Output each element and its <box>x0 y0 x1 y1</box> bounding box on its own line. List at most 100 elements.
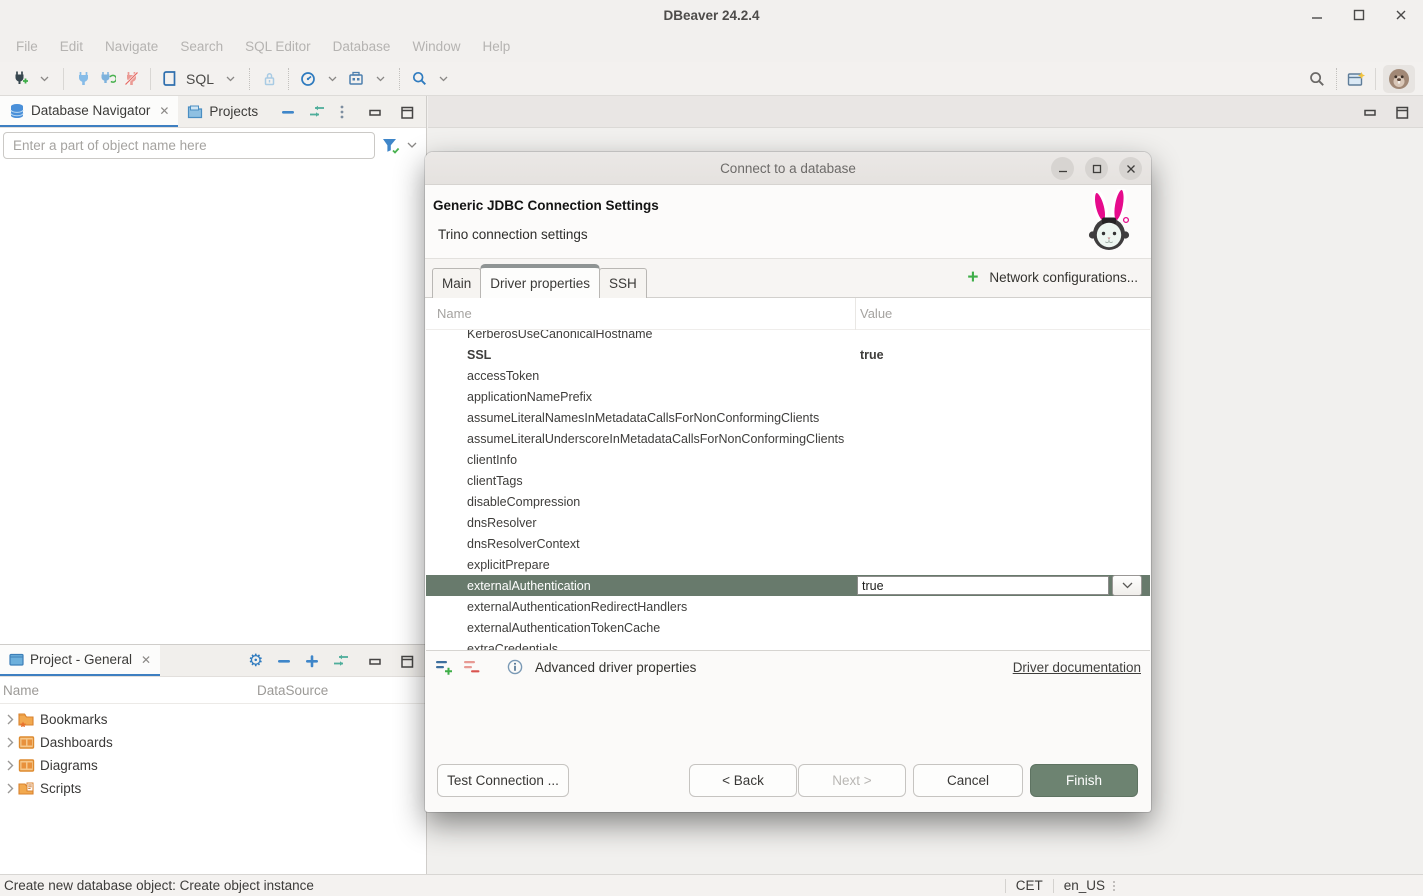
link-with-editor-icon[interactable] <box>333 654 349 667</box>
filter-dropdown-icon[interactable] <box>407 142 417 149</box>
dialog-tab-ssh[interactable]: SSH <box>599 268 647 298</box>
driver-documentation-link[interactable]: Driver documentation <box>1013 660 1141 675</box>
view-menu-icon[interactable] <box>339 104 345 120</box>
tree-item-label: Bookmarks <box>40 712 108 727</box>
tab-close-icon[interactable]: ✕ <box>159 104 169 118</box>
autocommit-lock-icon[interactable] <box>257 66 281 92</box>
property-row-disablecompression[interactable]: disableCompression <box>426 491 1150 512</box>
tree-item-dashboards[interactable]: Dashboards <box>0 731 426 754</box>
minimize-view-icon[interactable] <box>368 655 382 667</box>
menu-navigate[interactable]: Navigate <box>94 39 169 54</box>
tab-close-icon[interactable]: ✕ <box>141 653 151 667</box>
collapse-all-icon[interactable] <box>281 105 295 119</box>
network-configurations-button[interactable]: + Network configurations... <box>967 268 1138 287</box>
project-minmax <box>368 645 414 677</box>
property-row-extracredentials[interactable]: extraCredentials <box>426 638 1150 650</box>
dialog-tab-driver-properties[interactable]: Driver properties <box>480 264 600 298</box>
property-row-applicationnameprefix[interactable]: applicationNamePrefix <box>426 386 1150 407</box>
menu-sql-editor[interactable]: SQL Editor <box>234 39 322 54</box>
property-row-explicitprepare[interactable]: explicitPrepare <box>426 554 1150 575</box>
new-connection-dropdown-icon[interactable] <box>32 66 56 92</box>
database-icon <box>9 103 25 119</box>
minimize-view-icon[interactable] <box>368 106 382 118</box>
connect-icon[interactable] <box>71 66 95 92</box>
maximize-view-icon[interactable] <box>1395 106 1409 119</box>
expand-chevron-icon[interactable] <box>2 714 18 725</box>
dialog-close-button[interactable] <box>1119 157 1142 180</box>
tab-project-general[interactable]: Project - General ✕ <box>0 645 160 676</box>
remove-property-icon[interactable] <box>463 659 480 675</box>
database-navigator-panel: Database Navigator ✕ Projects <box>0 96 427 644</box>
window-maximize-button[interactable] <box>1351 7 1367 23</box>
back-button[interactable]: < Back <box>689 764 797 797</box>
filter-funnel-icon[interactable] <box>381 137 401 155</box>
property-row-kerberosusecanonicalhostname[interactable]: KerberosUseCanonicalHostname <box>426 330 1150 344</box>
dialog-tab-main[interactable]: Main <box>432 268 481 298</box>
menu-search[interactable]: Search <box>169 39 234 54</box>
transaction-monitor-icon[interactable] <box>296 66 320 92</box>
menu-window[interactable]: Window <box>401 39 471 54</box>
search-icon[interactable] <box>1305 66 1329 92</box>
value-dropdown-button[interactable] <box>1112 575 1142 596</box>
new-sql-editor-icon[interactable] <box>158 66 182 92</box>
minimize-view-icon[interactable] <box>1363 106 1377 118</box>
expand-chevron-icon[interactable] <box>2 760 18 771</box>
property-row-ssl[interactable]: SSLtrue <box>426 344 1150 365</box>
property-row-clienttags[interactable]: clientTags <box>426 470 1150 491</box>
search-objects-icon[interactable] <box>407 66 431 92</box>
profile-avatar[interactable] <box>1383 65 1415 93</box>
transaction-dropdown-icon[interactable] <box>320 66 344 92</box>
tree-item-diagrams[interactable]: Diagrams <box>0 754 426 777</box>
navigator-view-actions <box>281 96 345 127</box>
add-property-icon[interactable] <box>435 659 454 675</box>
disconnect-icon[interactable] <box>119 66 143 92</box>
perspective-icon[interactable] <box>1344 66 1368 92</box>
expand-chevron-icon[interactable] <box>2 737 18 748</box>
property-row-externalauthenticationredirecthandlers[interactable]: externalAuthenticationRedirectHandlers <box>426 596 1150 617</box>
test-connection-button[interactable]: Test Connection ... <box>437 764 569 797</box>
next-button[interactable]: Next > <box>798 764 906 797</box>
property-row-externalauthenticationtokencache[interactable]: externalAuthenticationTokenCache <box>426 617 1150 638</box>
project-tree: Bookmarks DashboardsDiagramsScripts <box>0 704 426 800</box>
driver-dropdown-icon[interactable] <box>368 66 392 92</box>
menu-file[interactable]: File <box>5 39 49 54</box>
property-row-externalauthentication[interactable]: externalAuthentication <box>426 575 1150 596</box>
window-close-button[interactable] <box>1393 7 1409 23</box>
settings-gear-icon[interactable]: ⚙ <box>248 652 263 669</box>
property-row-assumeliteralnamesinmetadatacallsfornonconformingclients[interactable]: assumeLiteralNamesInMetadataCallsForNonC… <box>426 407 1150 428</box>
property-row-clientinfo[interactable]: clientInfo <box>426 449 1150 470</box>
reconnect-icon[interactable] <box>95 66 119 92</box>
menu-help[interactable]: Help <box>471 39 521 54</box>
tab-projects[interactable]: Projects <box>178 96 267 127</box>
maximize-view-icon[interactable] <box>400 655 414 668</box>
tree-item-bookmarks[interactable]: Bookmarks <box>0 708 426 731</box>
property-row-accesstoken[interactable]: accessToken <box>426 365 1150 386</box>
tab-database-navigator[interactable]: Database Navigator ✕ <box>0 96 178 127</box>
properties-table: KerberosUseCanonicalHostnameSSLtrueacces… <box>426 330 1150 650</box>
cancel-button[interactable]: Cancel <box>913 764 1023 797</box>
menu-database[interactable]: Database <box>322 39 402 54</box>
sql-dropdown-icon[interactable] <box>218 66 242 92</box>
locale-indicator[interactable]: en_US <box>1064 878 1105 893</box>
property-row-dnsresolvercontext[interactable]: dnsResolverContext <box>426 533 1150 554</box>
collapse-all-icon[interactable] <box>277 654 291 668</box>
menu-edit[interactable]: Edit <box>49 39 94 54</box>
dialog-minimize-button[interactable] <box>1051 157 1074 180</box>
finish-button[interactable]: Finish <box>1030 764 1138 797</box>
maximize-view-icon[interactable] <box>400 106 414 119</box>
driver-manager-icon[interactable] <box>344 66 368 92</box>
expand-chevron-icon[interactable] <box>2 783 18 794</box>
property-row-dnsresolver[interactable]: dnsResolver <box>426 512 1150 533</box>
expand-all-icon[interactable] <box>305 654 319 668</box>
property-name: SSL <box>426 348 854 362</box>
link-with-editor-icon[interactable] <box>309 105 325 118</box>
tree-item-scripts[interactable]: Scripts <box>0 777 426 800</box>
dialog-maximize-button[interactable] <box>1085 157 1108 180</box>
search-dropdown-icon[interactable] <box>431 66 455 92</box>
new-connection-icon[interactable] <box>8 66 32 92</box>
window-minimize-button[interactable] <box>1309 7 1325 23</box>
property-value-input[interactable] <box>857 576 1109 595</box>
timezone-indicator[interactable]: CET <box>1016 878 1043 893</box>
property-row-assumeliteralunderscoreinmetadatacallsfornonconformingclients[interactable]: assumeLiteralUnderscoreInMetadataCallsFo… <box>426 428 1150 449</box>
object-name-filter-input[interactable] <box>3 132 375 159</box>
